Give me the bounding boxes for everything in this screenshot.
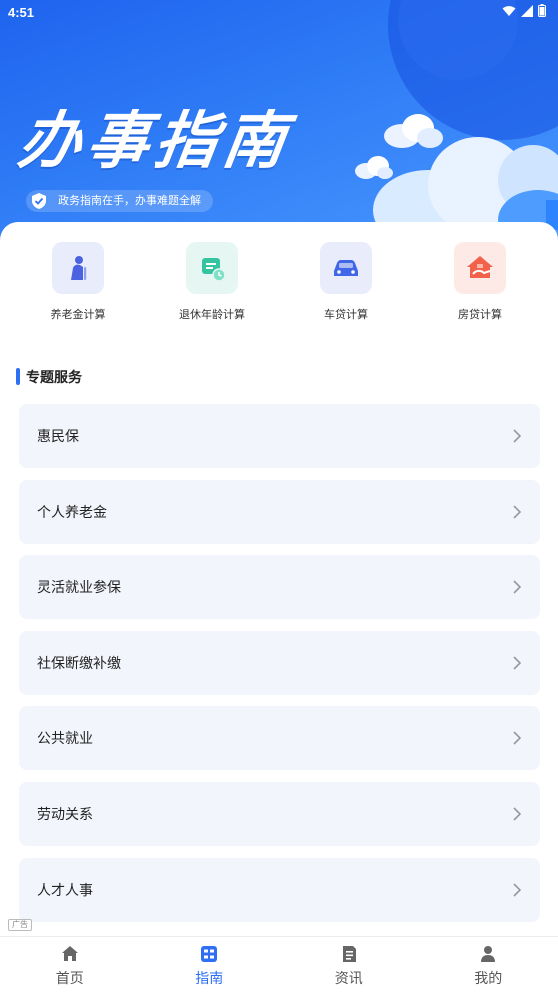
tool-label: 房贷计算 — [458, 308, 502, 321]
section-title-text: 专题服务 — [26, 370, 82, 386]
tool-label: 退休年龄计算 — [179, 308, 245, 321]
quick-tools: 养老金计算 退休年龄计算 车贷计算 房贷计算 — [0, 242, 558, 322]
status-bar: 4:51 — [0, 0, 558, 26]
car-icon — [320, 242, 372, 294]
home-icon — [61, 946, 78, 961]
list-item[interactable]: 灵活就业参保 — [19, 555, 540, 620]
main-content: 养老金计算 退休年龄计算 车贷计算 房贷计算 专题服务 惠民保 个人养老金 灵活… — [0, 222, 558, 942]
tab-news[interactable]: 资讯 — [279, 937, 419, 992]
battery-icon — [538, 4, 546, 17]
retirement-clock-icon — [186, 242, 238, 294]
chevron-right-icon — [513, 882, 522, 897]
tab-label: 指南 — [195, 971, 224, 987]
tool-label: 养老金计算 — [50, 308, 106, 321]
list-item-label: 灵活就业参保 — [37, 580, 121, 597]
tool-car-loan-calc[interactable]: 车贷计算 — [279, 242, 413, 322]
list-item[interactable]: 社保断缴补缴 — [19, 630, 540, 695]
tab-guide[interactable]: 指南 — [140, 937, 280, 992]
list-item[interactable]: 人才人事 — [19, 857, 540, 922]
tool-mortgage-calc[interactable]: 房贷计算 — [413, 242, 547, 322]
section-title: 专题服务 — [16, 367, 82, 387]
shield-check-icon — [32, 193, 46, 209]
list-item-label: 惠民保 — [37, 429, 79, 445]
house-loan-icon — [454, 242, 506, 294]
status-time: 4:51 — [8, 5, 35, 20]
profile-icon — [481, 946, 496, 962]
ad-badge: 广告 — [8, 919, 32, 931]
bottom-nav: 首页 指南 资讯 我的 — [0, 936, 558, 992]
section-accent-bar — [16, 368, 20, 385]
tab-profile[interactable]: 我的 — [419, 937, 558, 992]
list-item-label: 公共就业 — [37, 731, 93, 748]
tab-label: 首页 — [55, 971, 84, 987]
banner: 4:51 办事指南 政务指南在手，办事难题全解 — [0, 0, 558, 250]
list-item[interactable]: 公共就业 — [19, 706, 540, 771]
tab-label: 资讯 — [334, 971, 363, 987]
service-list: 惠民保 个人养老金 灵活就业参保 社保断缴补缴 公共就业 劳动关系 人才人事 — [19, 404, 540, 933]
tagline-text: 政务指南在手，办事难题全解 — [58, 194, 201, 207]
signal-icon — [521, 4, 533, 17]
list-item-label: 人才人事 — [37, 882, 93, 899]
tool-retirement-age-calc[interactable]: 退休年龄计算 — [145, 242, 279, 322]
chevron-right-icon — [513, 580, 522, 594]
chevron-right-icon — [513, 731, 522, 745]
guide-icon — [201, 946, 218, 962]
chevron-right-icon — [513, 505, 522, 519]
list-item[interactable]: 惠民保 — [19, 404, 540, 468]
page-title: 办事指南 — [14, 104, 297, 177]
wifi-icon — [502, 5, 516, 16]
tab-label: 我的 — [474, 971, 503, 987]
list-item-label: 社保断缴补缴 — [37, 655, 121, 672]
tab-home[interactable]: 首页 — [0, 937, 140, 992]
elderly-person-icon — [52, 242, 104, 294]
news-icon — [342, 946, 356, 962]
chevron-right-icon — [513, 807, 522, 821]
tool-label: 车贷计算 — [324, 308, 368, 321]
list-item-label: 劳动关系 — [37, 806, 93, 823]
tool-pension-calc[interactable]: 养老金计算 — [11, 242, 145, 322]
tagline-badge: 政务指南在手，办事难题全解 — [26, 190, 213, 212]
list-item-label: 个人养老金 — [37, 504, 107, 521]
chevron-right-icon — [513, 656, 522, 670]
list-item[interactable]: 个人养老金 — [19, 479, 540, 544]
list-item[interactable]: 劳动关系 — [19, 781, 540, 846]
chevron-right-icon — [513, 429, 522, 443]
